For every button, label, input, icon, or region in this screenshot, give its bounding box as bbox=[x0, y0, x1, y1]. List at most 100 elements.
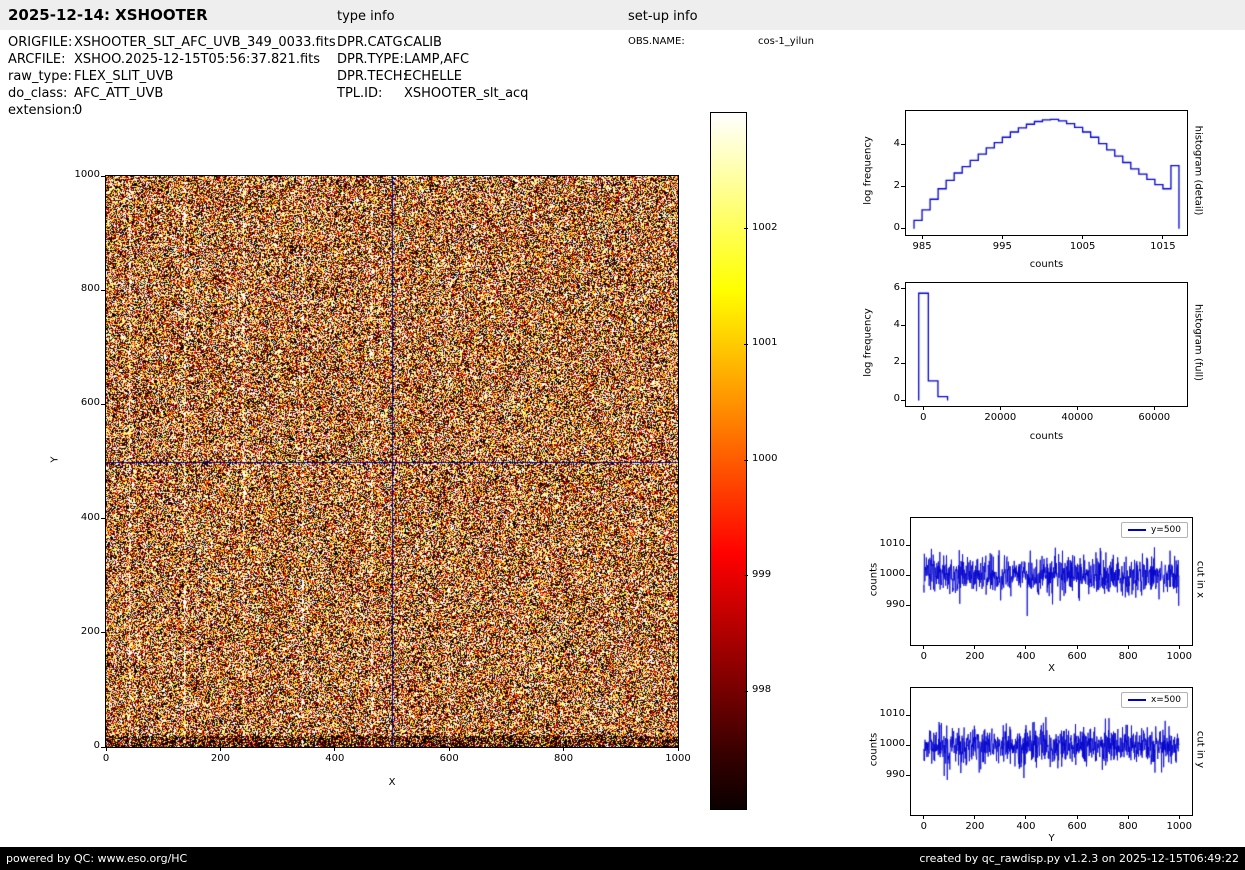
ticklabel: 20000 bbox=[970, 412, 1030, 423]
histogram-full-plot: 02000040000600000246 bbox=[905, 282, 1188, 407]
dprtype-label: DPR.TYPE: bbox=[337, 52, 404, 67]
cut-y-legend: x=500 bbox=[1121, 692, 1188, 708]
hist-full-xaxis-label: counts bbox=[905, 431, 1188, 442]
doclass-value: AFC_ATT_UVB bbox=[74, 86, 163, 101]
ticklabel: 600 bbox=[48, 397, 100, 408]
histogram-detail-plot: 98599510051015024 bbox=[905, 110, 1188, 236]
colorbar: 998999100010011002 bbox=[710, 112, 747, 810]
ticklabel: 0 bbox=[76, 753, 136, 764]
histogram-full-plot-canvas bbox=[906, 283, 1187, 406]
footer-left-text: powered by QC: www.eso.org/HC bbox=[6, 852, 187, 865]
tickmark bbox=[1179, 815, 1180, 819]
obsname-value: cos-1_yilun bbox=[758, 36, 814, 47]
tickmark bbox=[1025, 645, 1026, 649]
tickmark bbox=[906, 745, 910, 746]
tickmark bbox=[101, 290, 105, 291]
tickmark bbox=[901, 288, 905, 289]
ticklabel: 1002 bbox=[752, 222, 777, 233]
tickmark bbox=[1077, 645, 1078, 649]
tickmark bbox=[106, 747, 107, 751]
tickmark bbox=[563, 747, 564, 751]
tickmark bbox=[923, 645, 924, 649]
ticklabel: 40000 bbox=[1047, 412, 1107, 423]
ticklabel: 60000 bbox=[1124, 412, 1184, 423]
cut-y-right-label: cut in y bbox=[1195, 690, 1206, 810]
footer-bar: powered by QC: www.eso.org/HC created by… bbox=[0, 847, 1245, 870]
cut-in-y-plot: x=500 0200400600800100099010001010 bbox=[910, 687, 1193, 816]
origfile-value: XSHOOTER_SLT_AFC_UVB_349_0033.fits bbox=[74, 35, 336, 50]
ticklabel: 2 bbox=[848, 356, 900, 367]
histogram-detail-plot-canvas bbox=[906, 111, 1187, 235]
cut-x-legend: y=500 bbox=[1121, 522, 1188, 538]
legend-line-icon bbox=[1128, 699, 1146, 701]
header-bar: 2025-12-14: XSHOOTER type info set-up in… bbox=[0, 0, 1245, 30]
tickmark bbox=[1077, 815, 1078, 819]
tickmark bbox=[906, 715, 910, 716]
ticklabel: 1000 bbox=[48, 169, 100, 180]
ticklabel: 0 bbox=[848, 393, 900, 404]
ticklabel: 200 bbox=[190, 753, 250, 764]
cut-x-xaxis-label: X bbox=[910, 663, 1193, 674]
ticklabel: 800 bbox=[534, 753, 594, 764]
tickmark bbox=[901, 325, 905, 326]
tplid-value: XSHOOTER_slt_acq bbox=[404, 86, 528, 101]
setup-info-heading: set-up info bbox=[628, 9, 698, 24]
tickmark bbox=[1002, 235, 1003, 239]
tickmark bbox=[906, 575, 910, 576]
raw-image-plot-canvas bbox=[106, 176, 678, 747]
hist-detail-right-label: histogram (detail) bbox=[1193, 111, 1204, 231]
tickmark bbox=[901, 400, 905, 401]
image-xaxis-label: X bbox=[105, 777, 679, 788]
dprtype-value: LAMP,AFC bbox=[404, 52, 469, 67]
tickmark bbox=[1179, 645, 1180, 649]
tickmark bbox=[974, 815, 975, 819]
extension-label: extension: bbox=[8, 103, 76, 118]
ticklabel: 0 bbox=[893, 412, 953, 423]
cut-x-yaxis-label: counts bbox=[869, 535, 880, 625]
dprcatg-label: DPR.CATG: bbox=[337, 35, 407, 50]
tickmark bbox=[901, 363, 905, 364]
ticklabel: 400 bbox=[305, 753, 365, 764]
origfile-label: ORIGFILE: bbox=[8, 35, 72, 50]
ticklabel: 995 bbox=[972, 241, 1032, 252]
dprtech-value: ECHELLE bbox=[404, 69, 462, 84]
tickmark bbox=[101, 518, 105, 519]
cut-y-yaxis-label: counts bbox=[869, 705, 880, 795]
ticklabel: 1000 bbox=[1149, 651, 1209, 662]
tickmark bbox=[101, 747, 105, 748]
page-title: 2025-12-14: XSHOOTER bbox=[8, 6, 208, 24]
ticklabel: 999 bbox=[752, 569, 771, 580]
ticklabel: 1000 bbox=[1149, 821, 1209, 832]
tickmark bbox=[744, 344, 748, 345]
ticklabel: 1000 bbox=[648, 753, 708, 764]
footer-right-text: created by qc_rawdisp.py v1.2.3 on 2025-… bbox=[919, 852, 1239, 865]
tickmark bbox=[1128, 645, 1129, 649]
tickmark bbox=[678, 747, 679, 751]
extension-value: 0 bbox=[74, 103, 82, 118]
arcfile-value: XSHOO.2025-12-15T05:56:37.821.fits bbox=[74, 52, 320, 67]
tickmark bbox=[923, 406, 924, 410]
tickmark bbox=[1154, 406, 1155, 410]
tickmark bbox=[901, 186, 905, 187]
obsname-label: OBS.NAME: bbox=[628, 36, 685, 47]
hist-full-yaxis-label: log frequency bbox=[863, 298, 874, 388]
ticklabel: 1001 bbox=[752, 337, 777, 348]
tickmark bbox=[334, 747, 335, 751]
cut-y-xaxis-label: Y bbox=[910, 833, 1193, 844]
tickmark bbox=[1025, 815, 1026, 819]
tickmark bbox=[101, 404, 105, 405]
tickmark bbox=[744, 691, 748, 692]
tickmark bbox=[906, 605, 910, 606]
tplid-label: TPL.ID: bbox=[337, 86, 382, 101]
tickmark bbox=[744, 228, 748, 229]
tickmark bbox=[101, 632, 105, 633]
legend-line-icon bbox=[1128, 529, 1146, 531]
ticklabel: 0 bbox=[48, 740, 100, 751]
tickmark bbox=[220, 747, 221, 751]
cut-x-right-label: cut in x bbox=[1195, 520, 1206, 640]
ticklabel: 200 bbox=[48, 626, 100, 637]
dprtech-label: DPR.TECH: bbox=[337, 69, 407, 84]
ticklabel: 1005 bbox=[1053, 241, 1113, 252]
ticklabel: 2 bbox=[848, 180, 900, 191]
ticklabel: 4 bbox=[848, 138, 900, 149]
